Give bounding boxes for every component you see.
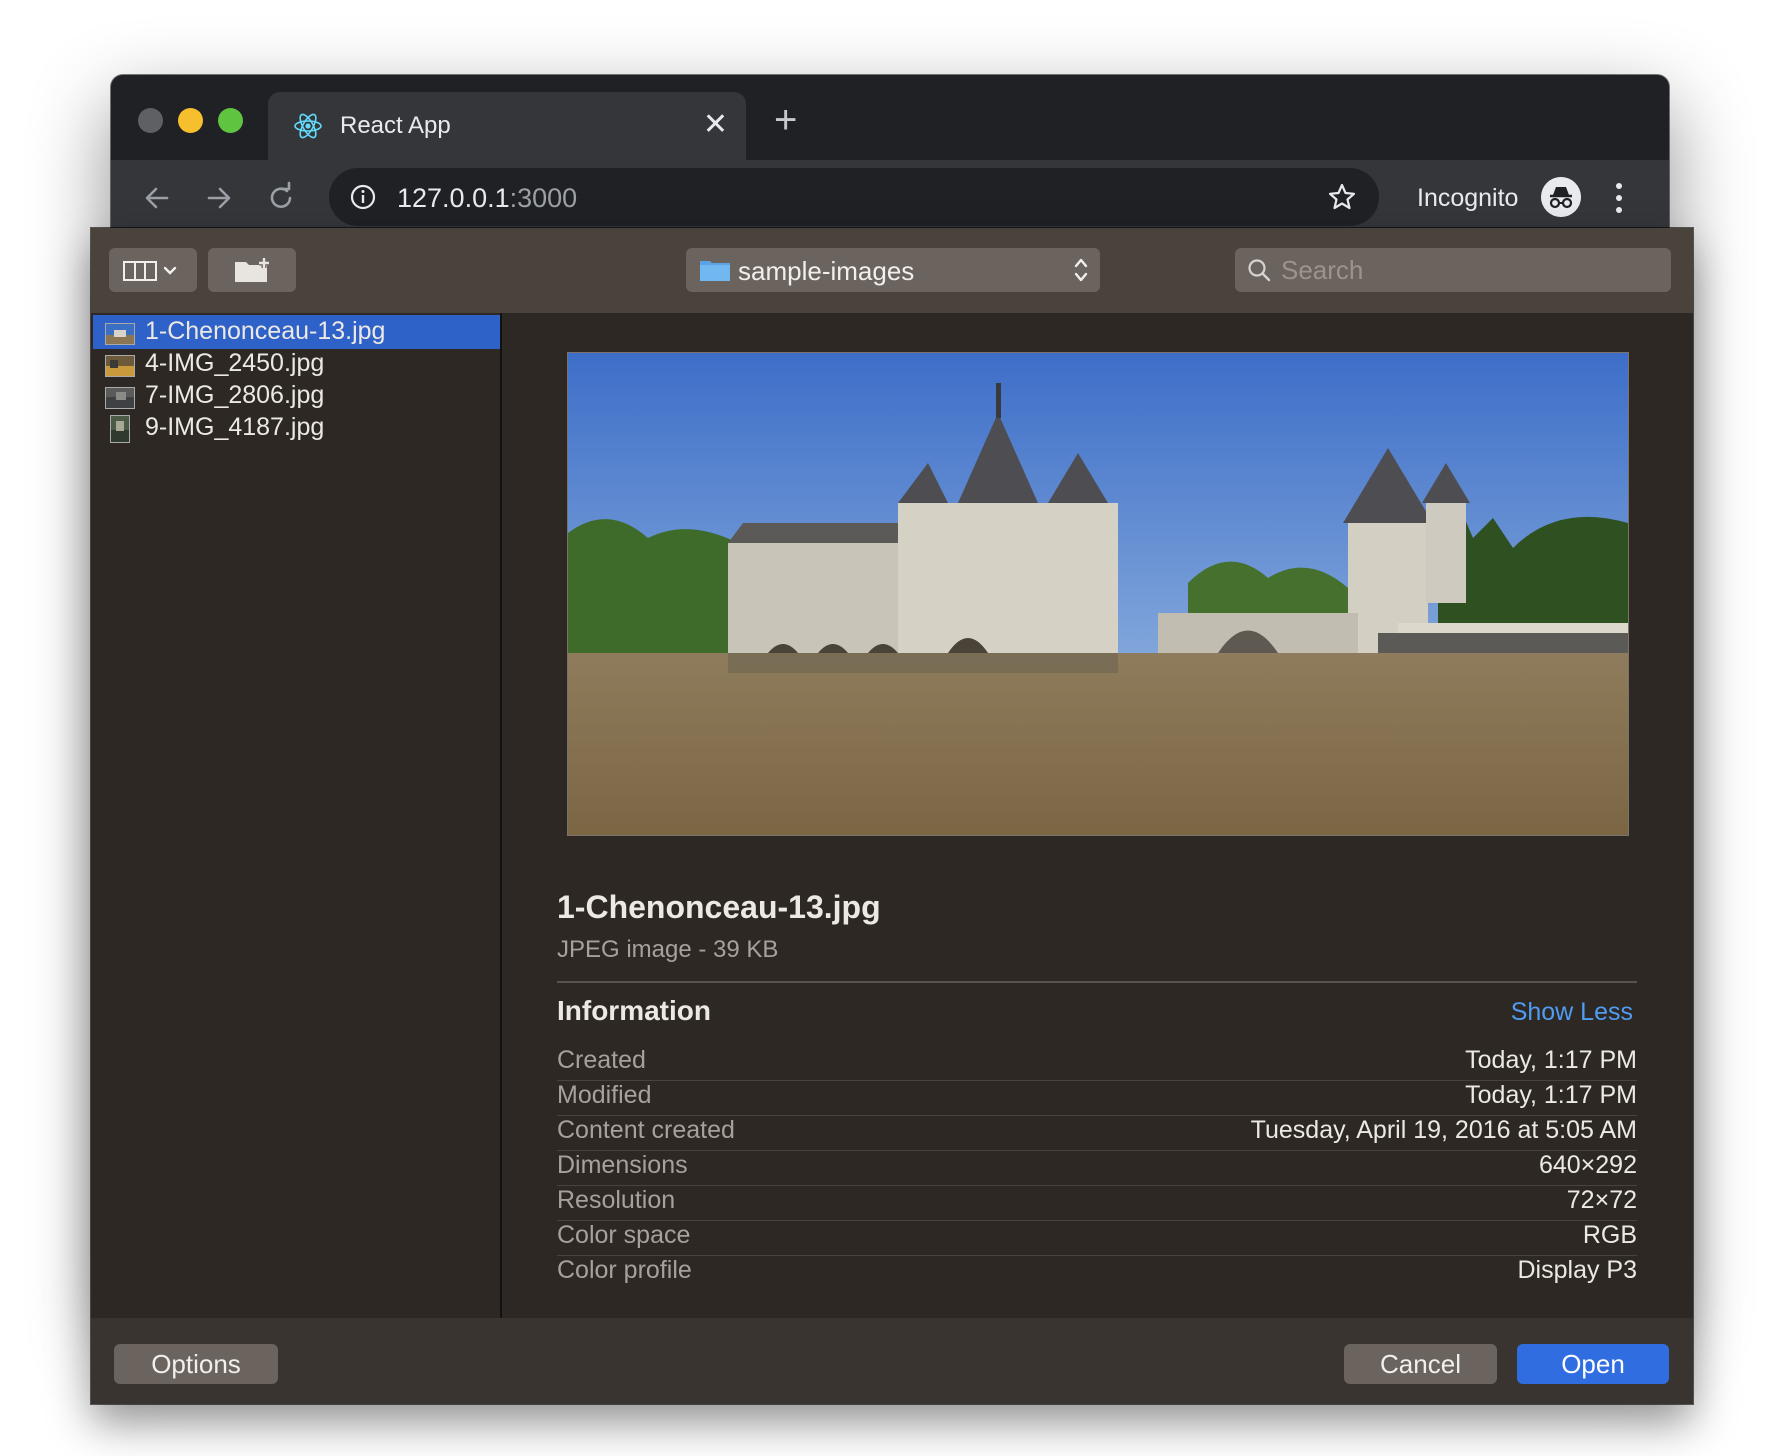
browser-toolbar: 127.0.0.1:3000 Incognito (111, 160, 1669, 235)
info-value: Today, 1:17 PM (1465, 1081, 1637, 1109)
info-icon[interactable] (349, 183, 377, 211)
preview-filename: 1-Chenonceau-13.jpg (557, 889, 881, 925)
file-list: 1-Chenonceau-13.jpg 4-IMG_2450.jpg 7-IMG… (91, 313, 502, 1318)
options-button[interactable]: Options (114, 1344, 278, 1384)
incognito-icon[interactable] (1541, 177, 1581, 217)
info-key: Color space (557, 1221, 691, 1249)
image-thumbnail-icon (110, 415, 130, 443)
info-key: Modified (557, 1081, 652, 1109)
cancel-button[interactable]: Cancel (1344, 1344, 1497, 1384)
file-row-7-img-2806[interactable]: 7-IMG_2806.jpg (93, 379, 500, 413)
address-bar[interactable]: 127.0.0.1:3000 (329, 168, 1379, 226)
more-menu-icon[interactable] (1615, 180, 1623, 216)
file-name: 1-Chenonceau-13.jpg (145, 317, 386, 345)
info-key: Created (557, 1046, 646, 1074)
new-folder-icon (235, 258, 269, 282)
file-row-1-chenonceau[interactable]: 1-Chenonceau-13.jpg (93, 315, 500, 349)
file-name: 4-IMG_2450.jpg (145, 349, 325, 377)
image-thumbnail-icon (105, 387, 135, 409)
info-key: Resolution (557, 1186, 676, 1214)
info-key: Color profile (557, 1256, 692, 1284)
info-value: 72×72 (1566, 1186, 1637, 1214)
file-row-9-img-4187[interactable]: 9-IMG_4187.jpg (93, 411, 500, 445)
dialog-toolbar: sample-images (91, 228, 1693, 313)
info-row-color-profile: Color profile Display P3 (557, 1250, 1637, 1290)
search-input[interactable] (1281, 248, 1651, 292)
bookmark-star-icon[interactable] (1327, 182, 1357, 212)
folder-icon (700, 261, 730, 281)
info-value: RGB (1582, 1221, 1637, 1249)
react-icon (294, 113, 322, 139)
back-icon[interactable] (139, 180, 175, 216)
show-less-link[interactable]: Show Less (1511, 998, 1633, 1027)
info-value: Today, 1:17 PM (1465, 1046, 1637, 1074)
file-open-dialog: sample-images 1-Chenonceau-13.jpg 4-IMG_… (91, 228, 1693, 1404)
image-thumbnail-icon (105, 355, 135, 377)
file-name: 7-IMG_2806.jpg (145, 381, 325, 409)
location-label: sample-images (738, 256, 915, 286)
forward-icon[interactable] (201, 180, 237, 216)
image-preview (567, 352, 1629, 836)
file-row-4-img-2450[interactable]: 4-IMG_2450.jpg (93, 347, 500, 381)
reload-icon[interactable] (263, 180, 299, 216)
image-thumbnail-icon (105, 323, 135, 345)
columns-view-icon (123, 261, 177, 281)
info-value: 640×292 (1538, 1151, 1637, 1179)
url-port: :3000 (509, 183, 578, 213)
url-text[interactable]: 127.0.0.1:3000 (397, 183, 577, 214)
divider (557, 981, 1637, 983)
tab-strip: React App ✕ + (111, 75, 1669, 160)
view-mode-button[interactable] (109, 248, 197, 292)
preview-kind-size: JPEG image - 39 KB (557, 936, 779, 963)
incognito-label[interactable]: Incognito (1417, 184, 1518, 213)
tab-react-app[interactable]: React App ✕ (268, 92, 746, 160)
file-name: 9-IMG_4187.jpg (145, 413, 325, 441)
location-popup[interactable]: sample-images (686, 248, 1100, 292)
chevron-up-down-icon (1074, 258, 1088, 282)
open-button[interactable]: Open (1517, 1344, 1669, 1384)
tab-title: React App (340, 112, 451, 139)
url-host: 127.0.0.1 (397, 183, 510, 213)
new-folder-button[interactable] (208, 248, 296, 292)
dialog-footer: Options Cancel Open (91, 1318, 1693, 1404)
new-tab-icon[interactable]: + (774, 100, 797, 140)
info-key: Content created (557, 1116, 735, 1144)
window-minimize-button[interactable] (178, 108, 203, 133)
info-key: Dimensions (557, 1151, 688, 1179)
info-value: Tuesday, April 19, 2016 at 5:05 AM (1250, 1116, 1637, 1144)
search-icon (1248, 259, 1271, 282)
info-value: Display P3 (1517, 1256, 1638, 1284)
information-heading: Information (557, 995, 711, 1026)
window-close-button[interactable] (138, 108, 163, 133)
preview-pane: 1-Chenonceau-13.jpg JPEG image - 39 KB I… (502, 313, 1693, 1318)
window-maximize-button[interactable] (218, 108, 243, 133)
search-field[interactable] (1235, 248, 1671, 292)
close-tab-icon[interactable]: ✕ (703, 108, 728, 142)
